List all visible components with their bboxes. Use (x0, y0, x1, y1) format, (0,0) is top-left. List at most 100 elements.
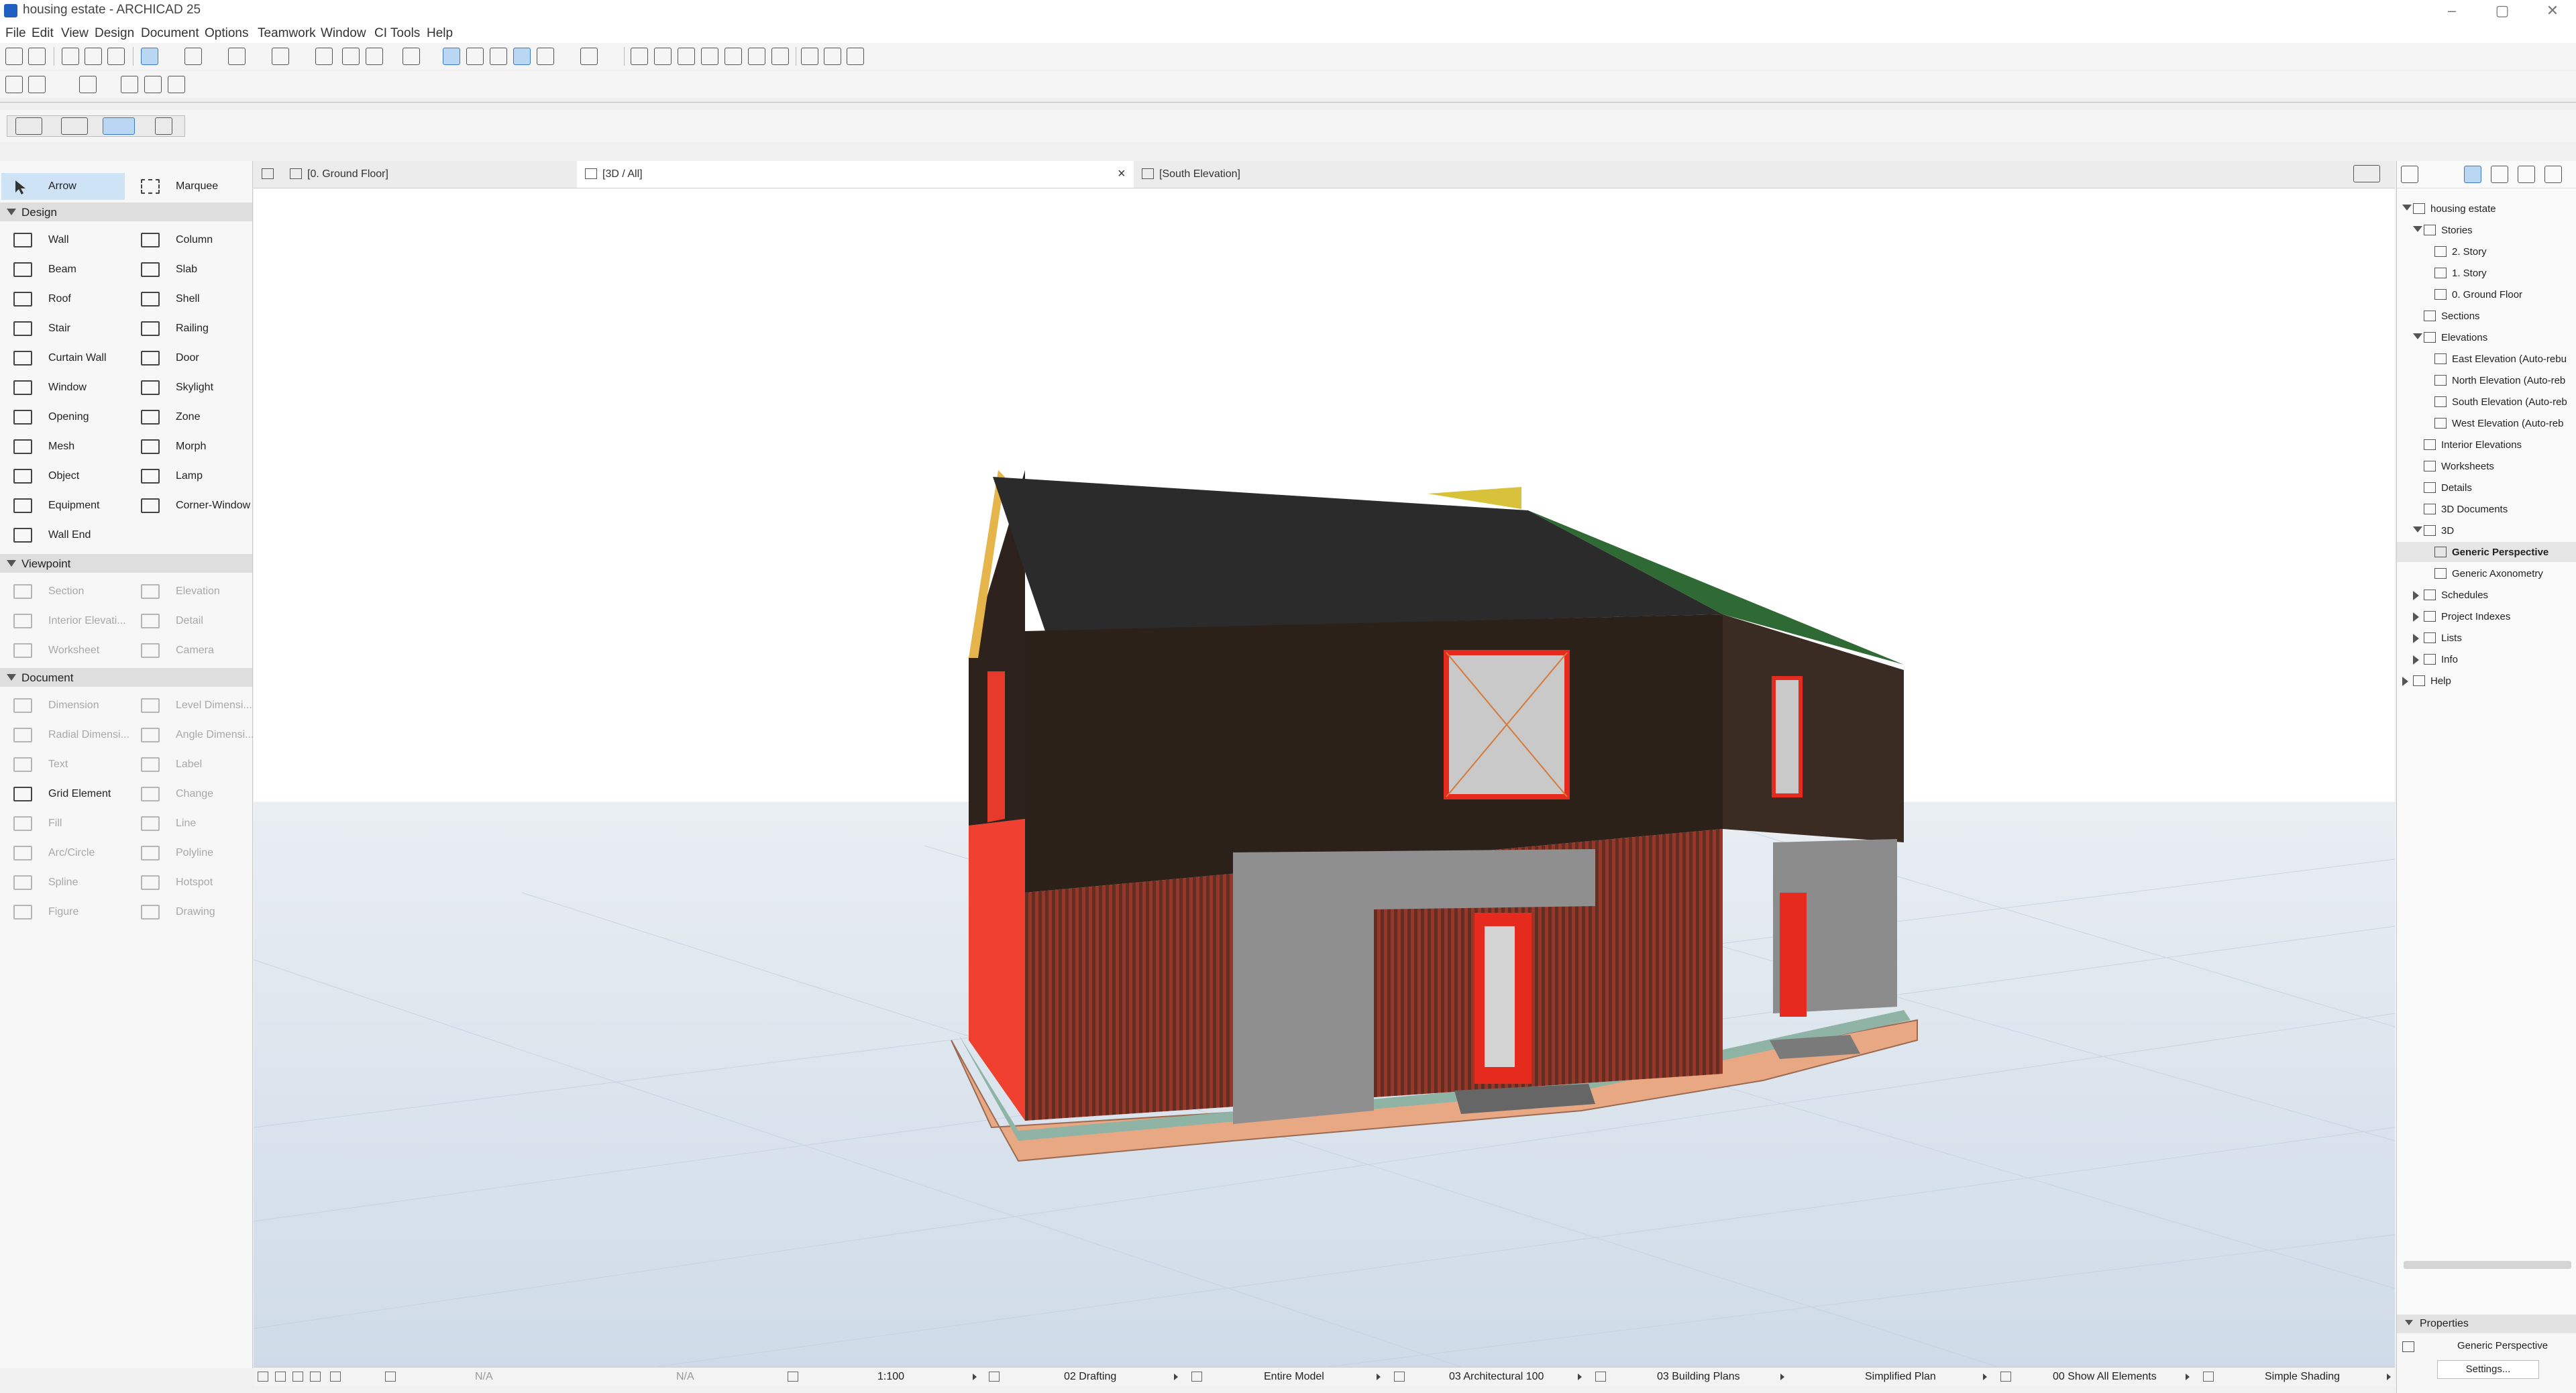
navigate-icon[interactable] (580, 48, 598, 65)
tool-text[interactable]: Text (1, 751, 125, 778)
fit-in-window-icon[interactable] (385, 1372, 396, 1382)
tool-slab[interactable]: Slab (129, 256, 252, 283)
marquee-area-icon[interactable] (366, 48, 383, 65)
tool-wall-end[interactable]: Wall End (1, 522, 125, 549)
menu-edit[interactable]: Edit (32, 26, 54, 41)
table-view-icon[interactable] (466, 48, 484, 65)
snap-guides-icon[interactable] (141, 48, 158, 65)
nav-info[interactable]: Info (2397, 649, 2576, 669)
renovation-icon[interactable] (847, 48, 864, 65)
chevron-right-icon[interactable] (2413, 655, 2419, 665)
menu-options[interactable]: Options (205, 26, 248, 41)
tool-label[interactable]: Label (129, 751, 252, 778)
selection-arrow-icon[interactable] (342, 48, 360, 65)
3d-style[interactable]: Simple Shading (2265, 1371, 2340, 1383)
tool-angle-dimensi[interactable]: Angle Dimensi... (129, 722, 254, 748)
tab-overview[interactable] (254, 161, 282, 188)
scale-value[interactable]: 1:100 (877, 1371, 904, 1383)
project-map-icon[interactable] (2464, 166, 2481, 183)
tool-line[interactable]: Line (129, 810, 252, 837)
layer-icon[interactable] (443, 48, 460, 65)
nav-generic-perspective[interactable]: Generic Perspective (2397, 542, 2576, 562)
menu-help[interactable]: Help (427, 26, 453, 41)
redo-zoom-icon[interactable] (275, 1372, 286, 1382)
chevron-down-icon[interactable] (2413, 526, 2422, 533)
nav-stories[interactable]: Stories (2397, 220, 2576, 240)
renovation-filter[interactable]: 00 Show All Elements (2053, 1371, 2157, 1383)
rotate-view-icon[interactable] (103, 117, 135, 135)
chevron-down-icon[interactable] (2402, 205, 2412, 211)
navigator-scrollbar[interactable] (2404, 1261, 2571, 1269)
suspend-groups-icon[interactable] (228, 48, 246, 65)
tool-drawing[interactable]: Drawing (129, 899, 252, 926)
tool-hotspot[interactable]: Hotspot (129, 869, 252, 896)
menu-window[interactable]: Window (321, 26, 366, 41)
fillet-icon[interactable] (701, 48, 718, 65)
section-design[interactable]: Design (0, 203, 252, 221)
tool-equipment[interactable]: Equipment (1, 492, 125, 519)
menu-teamwork[interactable]: Teamwork (258, 26, 316, 41)
zoom-in-icon[interactable] (292, 1372, 303, 1382)
tool-window[interactable]: Window (1, 374, 125, 401)
tool-opening[interactable]: Opening (1, 404, 125, 431)
pick-up-parameters-icon[interactable] (85, 48, 102, 65)
undo-icon[interactable] (5, 48, 23, 65)
structure-display[interactable]: Entire Model (1264, 1371, 1324, 1383)
model-view-option[interactable]: 03 Building Plans (1657, 1371, 1740, 1383)
inject-parameters-icon[interactable] (107, 48, 125, 65)
tool-mesh[interactable]: Mesh (1, 433, 125, 460)
nav-west-elevation[interactable]: West Elevation (Auto-reb (2397, 413, 2576, 433)
find-select-icon[interactable] (62, 48, 79, 65)
tool-level-dimensi[interactable]: Level Dimensi... (129, 692, 252, 719)
nav-story-2[interactable]: 2. Story (2397, 241, 2576, 262)
chevron-right-icon[interactable] (2413, 634, 2419, 643)
pointer-palette-icon[interactable] (155, 117, 172, 135)
tool-marquee[interactable]: Marquee (129, 173, 252, 200)
tool-lamp[interactable]: Lamp (129, 463, 252, 490)
nav-project-indexes[interactable]: Project Indexes (2397, 606, 2576, 626)
tool-dimension[interactable]: Dimension (1, 692, 125, 719)
nav-housing-estate[interactable]: housing estate (2397, 199, 2576, 219)
teamwork-receive-icon[interactable] (28, 76, 46, 93)
tool-column[interactable]: Column (129, 227, 252, 254)
nav-north-elevation[interactable]: North Elevation (Auto-reb (2397, 370, 2576, 390)
grid-snap-icon[interactable] (272, 48, 289, 65)
explode-icon[interactable] (490, 48, 507, 65)
teamwork-send-icon[interactable] (5, 76, 23, 93)
layout-view-icon[interactable] (168, 76, 185, 93)
tool-figure[interactable]: Figure (1, 899, 125, 926)
nav-3d[interactable]: 3D (2397, 520, 2576, 541)
menu-file[interactable]: File (5, 26, 26, 41)
zoom-palette-icon[interactable] (15, 117, 42, 135)
nav-generic-axonometry[interactable]: Generic Axonometry (2397, 563, 2576, 583)
chevron-right-icon[interactable] (2402, 677, 2408, 686)
menu-ci-tools[interactable]: CI Tools (374, 26, 420, 41)
tool-curtain-wall[interactable]: Curtain Wall (1, 345, 125, 372)
tool-spline[interactable]: Spline (1, 869, 125, 896)
tool-radial-dimensi[interactable]: Radial Dimensi... (1, 722, 129, 748)
tool-roof[interactable]: Roof (1, 286, 125, 313)
maximize-button[interactable]: ▢ (2479, 0, 2526, 23)
menu-view[interactable]: View (61, 26, 89, 41)
nav-ground-floor[interactable]: 0. Ground Floor (2397, 284, 2576, 304)
section-view-icon[interactable] (144, 76, 162, 93)
settings-button[interactable]: Settings... (2437, 1360, 2539, 1379)
orbit-icon[interactable] (537, 48, 554, 65)
tool-zone[interactable]: Zone (129, 404, 252, 431)
pan-palette-icon[interactable] (61, 117, 88, 135)
adjust-icon[interactable] (678, 48, 695, 65)
rotation-value[interactable]: N/A (676, 1371, 694, 1383)
redo-icon[interactable] (28, 48, 46, 65)
properties-header[interactable]: Properties (2397, 1315, 2576, 1333)
tool-skylight[interactable]: Skylight (129, 374, 252, 401)
nav-story-1[interactable]: 1. Story (2397, 263, 2576, 283)
nav-3d-documents[interactable]: 3D Documents (2397, 499, 2576, 519)
nav-details[interactable]: Details (2397, 478, 2576, 498)
tool-change[interactable]: Change (129, 781, 252, 807)
trim-icon[interactable] (631, 48, 648, 65)
nav-south-elevation[interactable]: South Elevation (Auto-reb (2397, 392, 2576, 412)
split-icon[interactable] (654, 48, 672, 65)
tool-polyline[interactable]: Polyline (129, 840, 252, 867)
walk-icon[interactable] (310, 1372, 321, 1382)
close-window-button[interactable]: ✕ (2529, 0, 2576, 23)
